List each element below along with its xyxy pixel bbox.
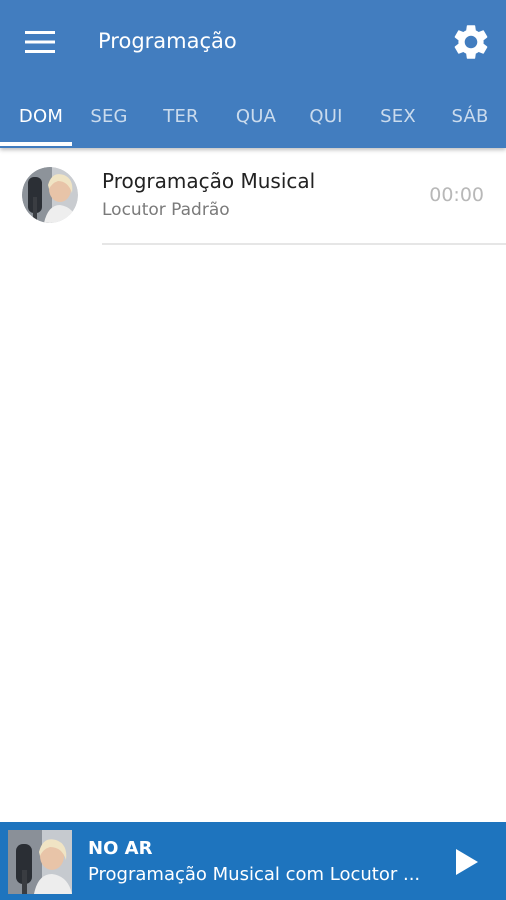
- app-header: Programação DOM SEG TER QUA QUI SEX SÁB: [0, 0, 506, 148]
- gear-icon: [454, 25, 488, 59]
- play-button[interactable]: [442, 840, 492, 884]
- tab-ter[interactable]: TER: [146, 84, 216, 148]
- app-screen: Programação DOM SEG TER QUA QUI SEX SÁB: [0, 0, 506, 900]
- hamburger-menu-icon: [25, 31, 55, 53]
- program-title: Programação Musical: [102, 169, 316, 193]
- tab-dom[interactable]: DOM: [0, 84, 82, 148]
- page-title: Programação: [98, 29, 237, 53]
- active-tab-indicator: [0, 142, 72, 146]
- now-playing-title: Programação Musical com Locutor ...: [88, 864, 421, 885]
- toolbar: Programação: [0, 0, 506, 84]
- now-playing-thumbnail: [8, 830, 72, 894]
- menu-button[interactable]: [16, 24, 64, 60]
- schedule-list: Programação Musical Locutor Padrão 00:00: [0, 148, 506, 246]
- tab-qua[interactable]: QUA: [220, 84, 292, 148]
- row-divider: [102, 243, 506, 245]
- now-playing-bar[interactable]: NO AR Programação Musical com Locutor ..…: [0, 822, 506, 900]
- day-tabs: DOM SEG TER QUA QUI SEX SÁB: [0, 84, 506, 148]
- settings-button[interactable]: [446, 18, 496, 66]
- host-avatar: [22, 167, 78, 223]
- tab-sab[interactable]: SÁB: [434, 84, 506, 148]
- list-item[interactable]: Programação Musical Locutor Padrão 00:00: [0, 148, 506, 246]
- tab-sex[interactable]: SEX: [362, 84, 434, 148]
- program-host: Locutor Padrão: [102, 200, 230, 220]
- tab-qui[interactable]: QUI: [292, 84, 360, 148]
- program-time: 00:00: [429, 184, 484, 206]
- tab-seg[interactable]: SEG: [74, 84, 144, 148]
- play-icon: [456, 849, 478, 875]
- on-air-label: NO AR: [88, 838, 153, 859]
